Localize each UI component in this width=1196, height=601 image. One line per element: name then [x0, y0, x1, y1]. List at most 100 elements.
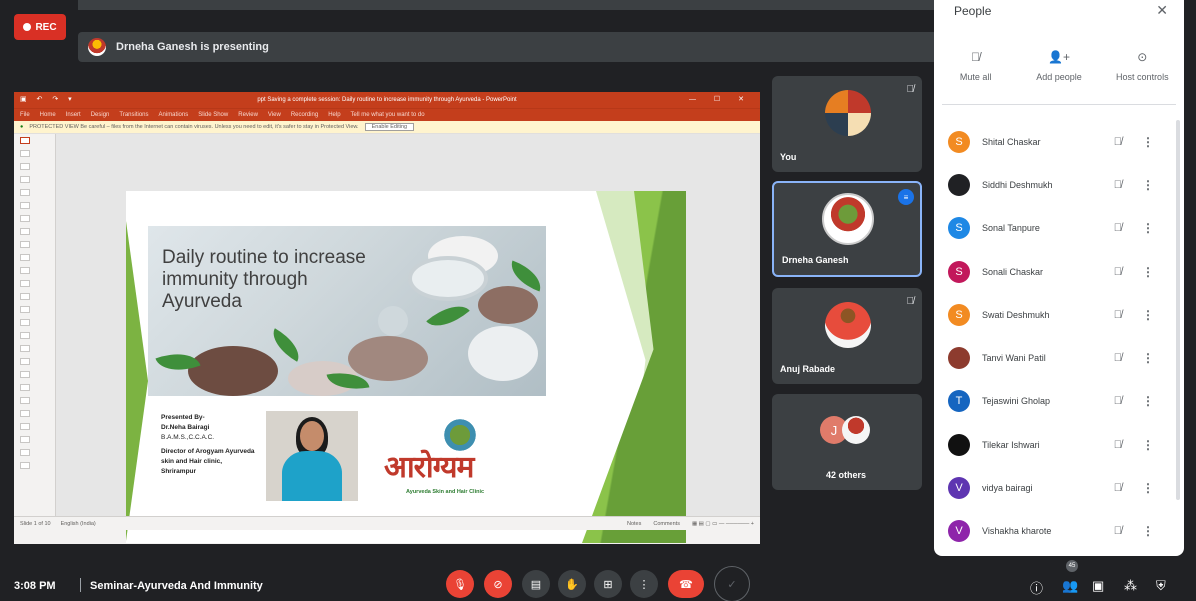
top-strip	[78, 0, 934, 10]
captions-icon: ▤	[530, 578, 542, 591]
shield-icon: ●	[20, 124, 24, 130]
tile-you[interactable]: 🎙̸ You	[772, 76, 922, 172]
more-vert-icon[interactable]: ⋮	[1142, 481, 1154, 495]
more-options-button[interactable]: ⋮	[630, 570, 658, 598]
divider	[80, 578, 81, 592]
slide-thumbnail	[14, 420, 55, 433]
present-button[interactable]: ⊞	[594, 570, 622, 598]
mic-off-icon: 🎙̸	[906, 84, 915, 95]
slide-thumbnail	[14, 238, 55, 251]
mic-off-icon[interactable]: 🎙̸	[1114, 179, 1122, 191]
slide-thumbnail	[14, 199, 55, 212]
logo-text: आरोग्यम	[384, 450, 474, 485]
more-vert-icon[interactable]: ⋮	[1142, 178, 1154, 192]
raise-hand-button[interactable]: ✋	[558, 570, 586, 598]
mic-off-icon[interactable]: 🎙̸	[1114, 525, 1122, 537]
more-vert-icon[interactable]: ⋮	[1142, 524, 1154, 538]
action-label: Add people	[1036, 72, 1082, 82]
participant-row[interactable]: S Sonal Tanpure 🎙̸ ⋮	[934, 207, 1184, 250]
participant-row[interactable]: Siddhi Deshmukh 🎙̸ ⋮	[934, 163, 1184, 206]
participant-row[interactable]: S Swati Deshmukh 🎙̸ ⋮	[934, 293, 1184, 336]
more-vert-icon[interactable]: ⋮	[1142, 135, 1154, 149]
mic-off-button[interactable]: 🎙	[446, 570, 474, 598]
mic-off-icon[interactable]: 🎙̸	[1114, 266, 1122, 278]
mic-off-icon[interactable]: 🎙̸	[1114, 352, 1122, 364]
mic-off-icon: 🎙̸	[906, 296, 915, 307]
more-vert-icon[interactable]: ⋮	[1142, 308, 1154, 322]
slide-thumbnail	[14, 251, 55, 264]
people-icon[interactable]: 👥	[1062, 578, 1078, 594]
participant-row[interactable]: Tanvi Wani Patil 🎙̸ ⋮	[934, 336, 1184, 379]
add-person-icon: 👤+	[1048, 50, 1070, 64]
mic-off-icon[interactable]: 🎙̸	[1114, 136, 1122, 148]
mic-off-icon[interactable]: 🎙̸	[1114, 482, 1122, 494]
more-vert-icon[interactable]: ⋮	[1142, 394, 1154, 408]
avatar	[948, 173, 970, 196]
ribbon-tab: Recording	[290, 112, 319, 118]
comments-status: Comments	[653, 520, 680, 527]
close-icon[interactable]: ✕	[1156, 2, 1168, 19]
mic-off-icon: 🎙	[453, 578, 467, 591]
avatar: S	[948, 303, 970, 326]
scrollbar[interactable]	[1176, 120, 1180, 500]
window-controls-icon: — ☐ ✕	[688, 96, 752, 103]
slide-thumbnail	[14, 160, 55, 173]
slide-thumbnail	[14, 368, 55, 381]
mic-off-icon[interactable]: 🎙̸	[1114, 439, 1122, 451]
avatar: T	[948, 390, 970, 413]
slide-thumbnail	[14, 225, 55, 238]
logo-subtitle: Ayurveda Skin and Hair Clinic	[406, 489, 485, 495]
add-people-button[interactable]: 👤+ Add people	[1024, 50, 1094, 82]
ribbon-tab: Help	[328, 112, 341, 118]
mic-off-icon[interactable]: 🎙̸	[1114, 309, 1122, 321]
leave-call-button[interactable]: ☎	[668, 570, 704, 598]
host-controls-button[interactable]: ⊙ Host controls	[1107, 50, 1177, 82]
recording-label: REC	[35, 21, 57, 33]
mic-off-icon[interactable]: 🎙̸	[1114, 222, 1122, 234]
shared-screen: ▣ ↶ ↷ ▾ ppt Saving a complete session: D…	[14, 92, 760, 544]
protected-view-bar: ● PROTECTED VIEW Be careful – files from…	[14, 121, 760, 134]
more-vert-icon[interactable]: ⋮	[1142, 351, 1154, 365]
participant-row[interactable]: S Sonali Chaskar 🎙̸ ⋮	[934, 250, 1184, 293]
meeting-title: Seminar-Ayurveda And Immunity	[90, 580, 263, 592]
more-vert-icon[interactable]: ⋮	[1142, 265, 1154, 279]
activities-icon[interactable]: ⁂	[1124, 578, 1137, 594]
more-vert-icon[interactable]: ⋮	[1142, 438, 1154, 452]
participant-row[interactable]: Tilekar Ishwari 🎙̸ ⋮	[934, 423, 1184, 466]
participant-row[interactable]: V Vishakha kharote 🎙̸ ⋮	[934, 510, 1184, 553]
avatar	[948, 433, 970, 456]
tile-participant[interactable]: 🎙̸ Anuj Rabade	[772, 288, 922, 384]
people-count-badge: 45	[1066, 560, 1078, 572]
speaking-icon: ≡	[898, 189, 914, 205]
view-buttons-icon: ▦ ▤ ▢ ▭ — ────── +	[691, 520, 754, 527]
chat-icon[interactable]: ▣	[1092, 578, 1104, 594]
notes-status: Notes	[626, 520, 642, 527]
activities-button[interactable]: ✓	[714, 566, 750, 601]
slide-thumbnail	[14, 329, 55, 342]
participant-row[interactable]: S Shital Chaskar 🎙̸ ⋮	[934, 120, 1184, 163]
tile-name: Anuj Rabade	[780, 364, 836, 374]
tile-others[interactable]: J 42 others	[772, 394, 922, 490]
mic-off-icon[interactable]: 🎙̸	[1114, 395, 1122, 407]
info-icon[interactable]: ⓘ	[1030, 578, 1043, 597]
presenter-photo	[266, 411, 358, 501]
slide-count: Slide 1 of 10	[20, 520, 51, 527]
avatar	[842, 416, 870, 444]
ribbon-tab: Home	[39, 112, 56, 118]
participant-row[interactable]: T Tejaswini Gholap 🎙̸ ⋮	[934, 380, 1184, 423]
camera-off-button[interactable]: ⊘	[484, 570, 512, 598]
clock: 3:08 PM	[14, 580, 56, 592]
mic-off-icon: 🎙̸	[971, 50, 981, 64]
slide-thumbnail	[14, 459, 55, 472]
slide-thumbnail	[14, 186, 55, 199]
shield-icon[interactable]: ⛨	[1156, 578, 1166, 594]
tile-presenter[interactable]: ≡ Drneha Ganesh	[772, 181, 922, 277]
presenting-text: Drneha Ganesh is presenting	[116, 41, 269, 53]
enable-editing-button: Enable Editing	[364, 123, 415, 131]
presenter-degree: B.A.M.S.,C.C.A.C.	[161, 434, 215, 441]
mute-all-button[interactable]: 🎙̸ Mute all	[941, 50, 1011, 82]
captions-button[interactable]: ▤	[522, 570, 550, 598]
ribbon-tab: Review	[238, 112, 258, 118]
more-vert-icon[interactable]: ⋮	[1142, 221, 1154, 235]
participant-row[interactable]: Vvidya bairagi 🎙̸ ⋮	[934, 466, 1184, 509]
